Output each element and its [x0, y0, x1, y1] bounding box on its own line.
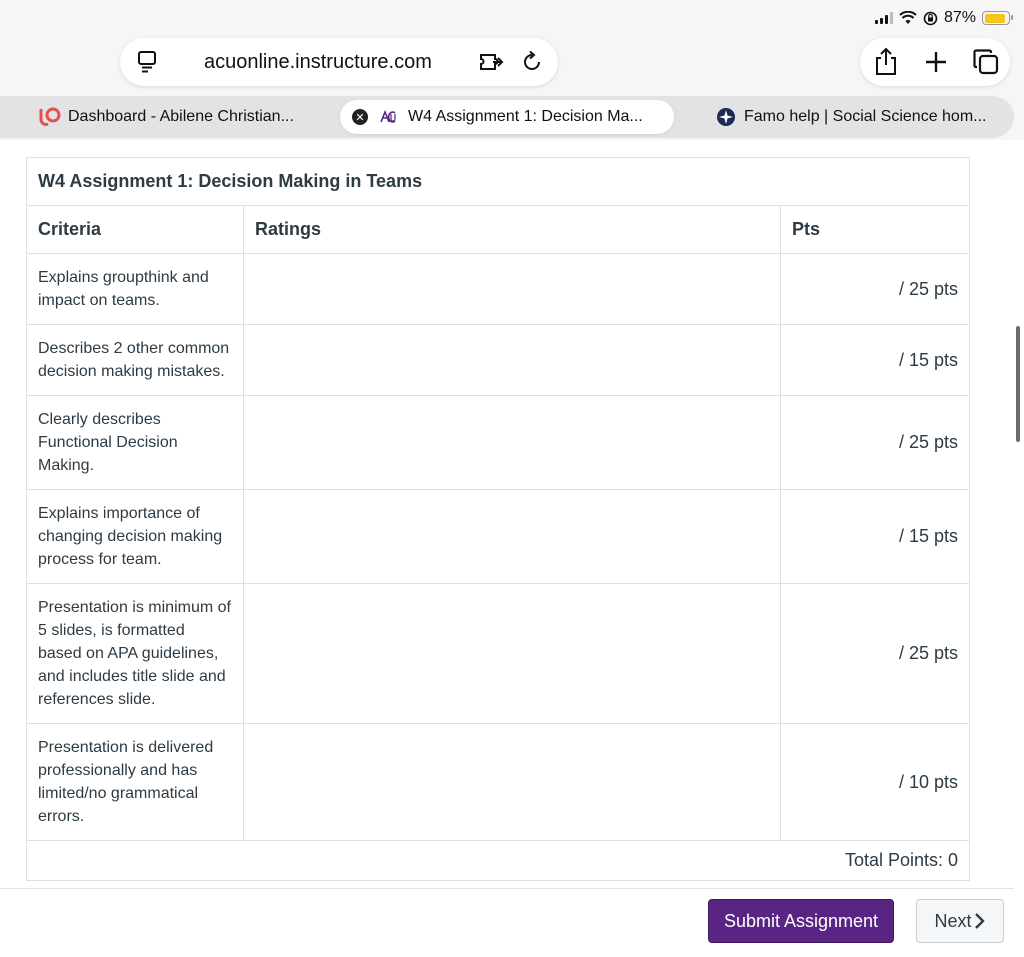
criterion-description: Explains importance of changing decision…: [26, 489, 244, 584]
ratings-header: Ratings: [243, 205, 781, 254]
tab-dashboard[interactable]: Dashboard - Abilene Christian...: [38, 100, 294, 134]
acu-logo-icon: [380, 110, 396, 123]
reload-icon[interactable]: [520, 50, 544, 74]
address-bar[interactable]: acuonline.instructure.com: [120, 38, 558, 86]
tab-famo[interactable]: Famo help | Social Science hom...: [716, 100, 987, 134]
tab-label: Dashboard - Abilene Christian...: [68, 108, 294, 125]
tab-bar: Dashboard - Abilene Christian... ✕ W4 As…: [0, 96, 1014, 138]
ratings-cell: [243, 489, 781, 584]
points-cell: / 25 pts: [779, 395, 971, 490]
famo-logo-icon: [717, 108, 735, 126]
submit-assignment-button[interactable]: Submit Assignment: [708, 899, 894, 943]
battery-icon: [982, 11, 1013, 25]
rubric-body: W4 Assignment 1: Decision Making in Team…: [25, 157, 971, 881]
criterion-description: Clearly describes Functional Decision Ma…: [26, 395, 244, 490]
table-row: Presentation is minimum of 5 slides, is …: [26, 583, 971, 724]
rubric-header-row: Criteria Ratings Pts: [26, 205, 971, 254]
tab-overview-icon: [973, 49, 999, 75]
ratings-cell: [243, 324, 781, 396]
criteria-header: Criteria: [26, 205, 244, 254]
table-row: Clearly describes Functional Decision Ma…: [26, 395, 971, 490]
chevron-right-icon: [974, 913, 985, 929]
plus-icon: [926, 52, 946, 72]
wifi-icon: [899, 11, 917, 24]
new-tab-button[interactable]: [914, 40, 958, 84]
rubric-table: W4 Assignment 1: Decision Making in Team…: [25, 157, 971, 881]
total-points: Total Points: 0: [25, 840, 971, 881]
battery-level: [984, 13, 1005, 23]
tab-overview-button[interactable]: [964, 40, 1008, 84]
ratings-cell: [243, 723, 781, 841]
close-tab-icon[interactable]: ✕: [352, 109, 368, 125]
next-button[interactable]: Next: [916, 899, 1004, 943]
canvas-logo-icon: [39, 107, 61, 126]
extension-icon[interactable]: [478, 50, 504, 74]
share-button[interactable]: [864, 40, 908, 84]
points-cell: / 25 pts: [779, 253, 971, 325]
criterion-description: Describes 2 other common decision making…: [26, 324, 244, 396]
rubric-title-row: W4 Assignment 1: Decision Making in Team…: [25, 157, 971, 206]
reader-mode-icon[interactable]: [136, 50, 158, 74]
next-label: Next: [934, 910, 972, 931]
criterion-description: Presentation is delivered professionally…: [26, 723, 244, 841]
table-row: Explains groupthink and impact on teams.…: [26, 253, 971, 325]
points-cell: / 25 pts: [779, 583, 971, 724]
points-cell: / 15 pts: [779, 489, 971, 584]
points-cell: / 10 pts: [779, 723, 971, 841]
tab-label: W4 Assignment 1: Decision Ma...: [408, 108, 643, 125]
cellular-signal-icon: [874, 12, 893, 24]
table-row: Explains importance of changing decision…: [26, 489, 971, 584]
status-bar: 87%: [874, 8, 1013, 28]
criterion-description: Explains groupthink and impact on teams.: [26, 253, 244, 325]
table-row: Presentation is delivered professionally…: [26, 723, 971, 841]
ratings-cell: [243, 253, 781, 325]
ratings-cell: [243, 583, 781, 724]
ratings-cell: [243, 395, 781, 490]
share-icon: [876, 47, 896, 75]
footer-divider: [0, 888, 1014, 889]
total-row: Total Points: 0: [25, 840, 971, 881]
battery-percentage: 87%: [943, 9, 976, 26]
scroll-indicator[interactable]: [1016, 326, 1020, 442]
rotation-lock-icon: [923, 11, 938, 25]
criterion-description: Presentation is minimum of 5 slides, is …: [26, 583, 244, 724]
tab-assignment[interactable]: ✕ W4 Assignment 1: Decision Ma...: [340, 100, 674, 134]
url-text[interactable]: acuonline.instructure.com: [204, 51, 432, 74]
tab-label: Famo help | Social Science hom...: [744, 108, 987, 125]
pts-header: Pts: [779, 205, 971, 254]
browser-chrome: 87% acuonline.instructure.com Dashboard …: [0, 0, 1024, 140]
table-row: Describes 2 other common decision making…: [26, 324, 971, 396]
rubric-title: W4 Assignment 1: Decision Making in Team…: [25, 157, 971, 206]
points-cell: / 15 pts: [779, 324, 971, 396]
